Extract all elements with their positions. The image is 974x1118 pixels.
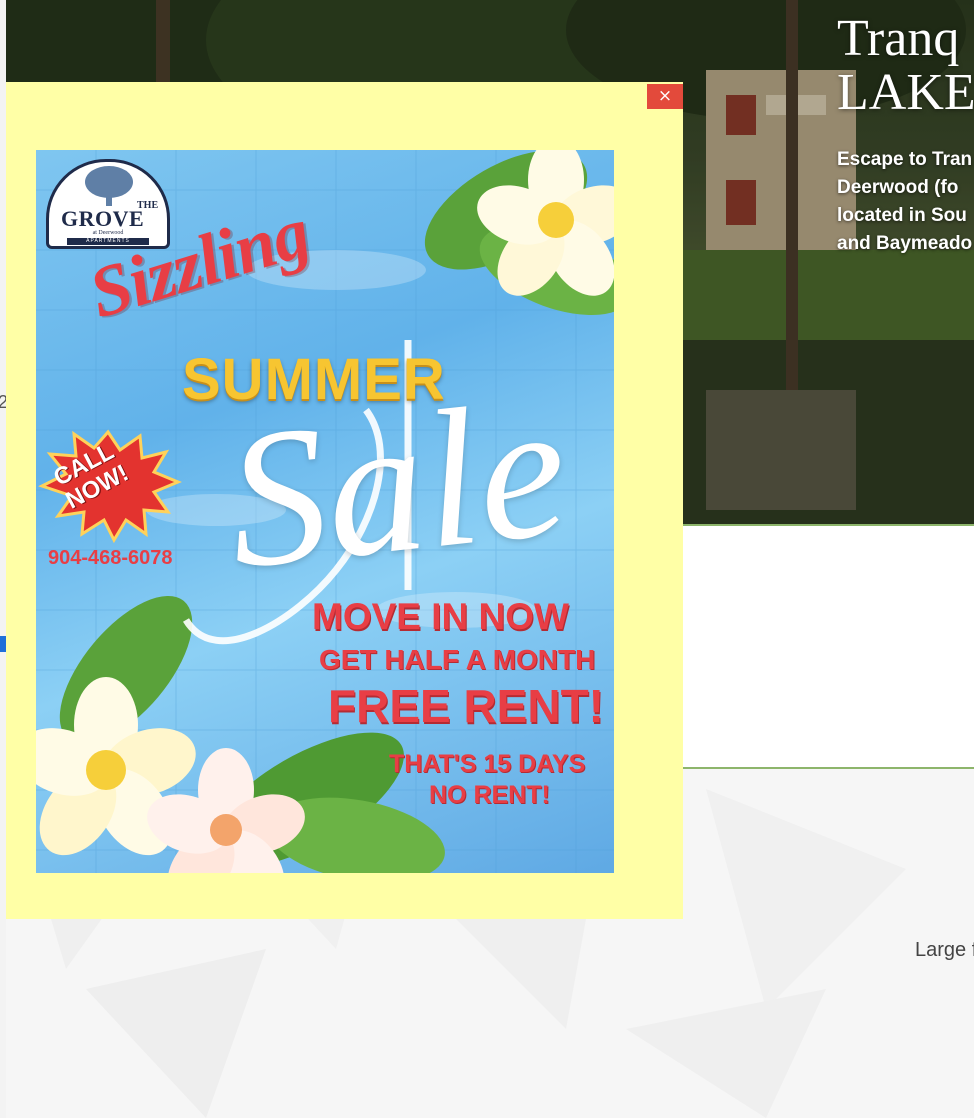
offer-fifteen-days: THAT'S 15 DAYS (389, 750, 586, 778)
offer-move-in: MOVE IN NOW (312, 596, 569, 637)
hero-title-line2: LAKE (837, 64, 974, 121)
offer-free-rent: FREE RENT! (328, 680, 604, 732)
offer-no-rent: NO RENT! (429, 781, 550, 809)
hero-subtitle-line: Escape to Tran (837, 149, 973, 170)
phone-number[interactable]: 904-468-6078 (48, 547, 173, 570)
promo-modal: × THE GROVE at Deerwood APARTMENTS Sizzl… (6, 82, 683, 919)
offer-half-month: GET HALF A MONTH (319, 644, 596, 675)
hero-subtitle-line: Deerwood (fo (837, 177, 959, 198)
close-button[interactable]: × (647, 84, 683, 109)
hero-subtitle-line: and Baymeado (837, 233, 973, 254)
promo-image[interactable]: THE GROVE at Deerwood APARTMENTS Sizzlin… (36, 150, 614, 873)
tree-icon (85, 166, 133, 206)
features-text: Large f (915, 939, 974, 961)
hero-title-line1: Tranq (837, 10, 960, 67)
logo-name: GROVE (61, 206, 145, 231)
hero-title: Tranq LAKE (837, 12, 974, 120)
hero-subtitle-line: located in Sou (837, 205, 967, 226)
headline-sale: Sale (217, 358, 576, 611)
hero-subtitle: Escape to Tran Deerwood (fo located in S… (837, 146, 974, 258)
